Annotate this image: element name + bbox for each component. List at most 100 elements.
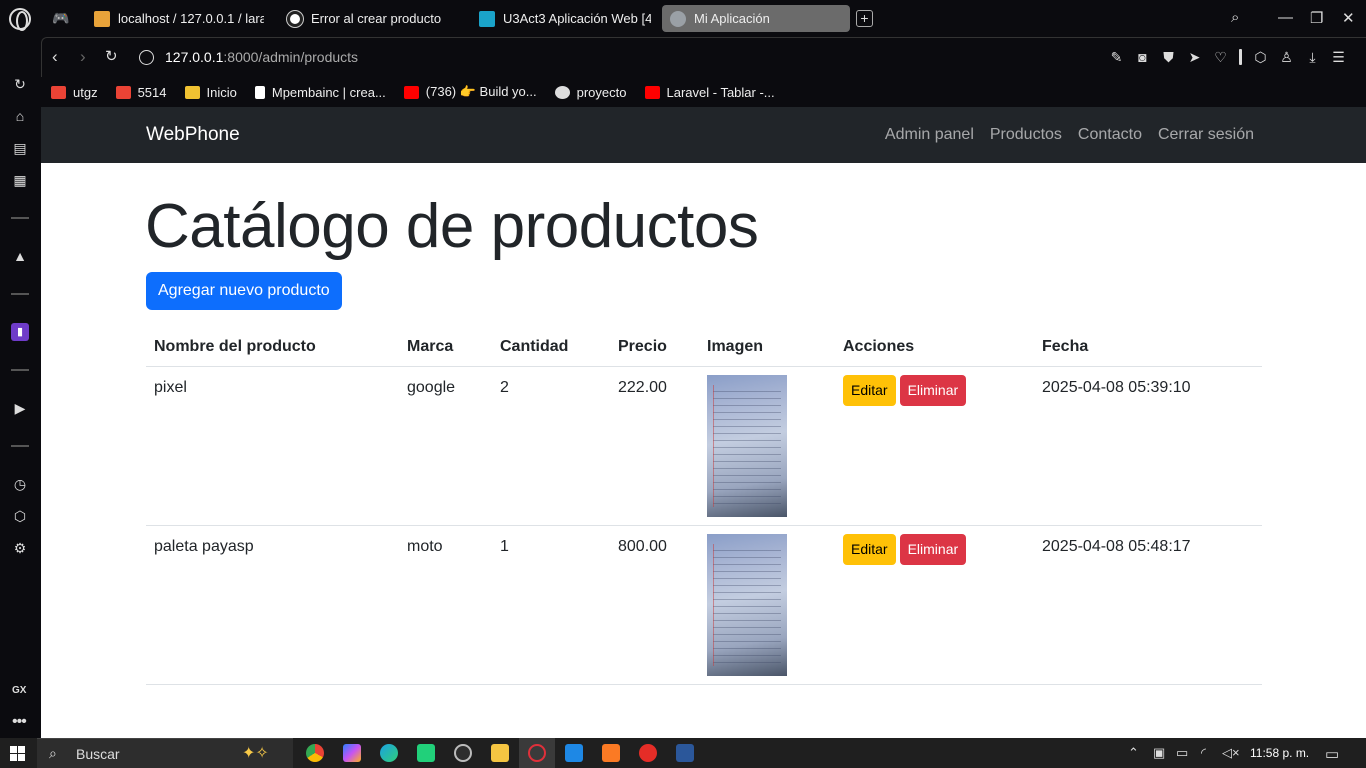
opera-gx-icon[interactable] [528,744,546,762]
navbar-brand[interactable]: WebPhone [146,124,240,146]
battery-icon[interactable]: ▭ [1176,745,1188,761]
vscode-icon[interactable] [565,744,583,762]
bookmark-proyecto[interactable]: proyecto [554,85,627,100]
cell-price: 222.00 [610,366,699,526]
cell-qty: 2 [492,366,610,526]
cell-date: 2025-04-08 05:48:17 [1034,525,1262,685]
tray-device-icon[interactable]: ▣ [1153,745,1165,761]
send-icon[interactable]: ➤ [1187,49,1202,66]
cell-date: 2025-04-08 05:39:10 [1034,366,1262,526]
aria-icon[interactable]: ▲ [11,247,29,265]
windows-start-icon[interactable] [10,746,25,761]
bookmark-utgz[interactable]: utgz [51,85,98,100]
history-icon[interactable]: ◷ [11,475,29,493]
nav-contacto[interactable]: Contacto [1078,126,1142,144]
copilot-icon[interactable] [343,744,361,762]
openai-icon [554,85,570,99]
download-icon[interactable]: ⤓ [1305,49,1320,66]
cell-actions: Editar Eliminar [835,366,1034,526]
cell-image [699,366,835,526]
bookmark-inicio[interactable]: Inicio [184,85,237,100]
cell-image [699,525,835,685]
nav-productos[interactable]: Productos [990,126,1062,144]
volume-muted-icon[interactable]: ◁× [1222,745,1240,761]
edit-button[interactable]: Editar [843,533,896,565]
nav-admin-panel[interactable]: Admin panel [885,126,974,144]
share-icon[interactable]: ✎ [1109,49,1124,66]
player-icon[interactable]: ▶ [11,399,29,417]
tab-classroom[interactable]: U3Act3 Aplicación Web [4 [471,5,651,32]
gamepad-icon[interactable]: 🎮 [52,10,69,27]
extensions-icon[interactable]: ⬡ [11,507,29,525]
wifi-icon[interactable]: ◜ [1201,745,1206,761]
header-nombre: Nombre del producto [146,329,399,367]
header-fecha: Fecha [1034,329,1262,367]
chrome-icon[interactable] [306,744,324,762]
edit-button[interactable]: Editar [843,374,896,406]
settings-gear-icon[interactable]: ⚙ [11,539,29,557]
bookmark-youtube[interactable]: (736) 👉 Build yo... [403,84,537,100]
delete-button[interactable]: Eliminar [899,533,967,565]
forward-arrow-icon[interactable]: › [80,48,86,66]
github-icon[interactable] [454,744,472,762]
bookmark-5514[interactable]: 5514 [115,85,167,100]
new-tab-button[interactable]: + [856,10,873,27]
tab-mi-aplicacion[interactable]: Mi Aplicación [662,5,850,32]
delete-button[interactable]: Eliminar [899,374,967,406]
menu-icon[interactable]: ☰ [1331,49,1346,66]
gx-cleaner-icon[interactable]: ▤ [11,139,29,157]
gx-label: GX [12,685,27,696]
products-table: Nombre del producto Marca Cantidad Preci… [146,329,1262,685]
cell-name: pixel [146,366,399,526]
tab-error[interactable]: Error al crear producto [279,5,459,32]
cell-brand: google [399,366,492,526]
site-info-icon[interactable] [139,50,154,65]
search-icon: ⌕ [49,745,57,761]
vpn-shield-icon[interactable]: ⛊ [1161,49,1176,66]
bookmark-mpembainc[interactable]: Mpembainc | crea... [254,85,386,100]
screen: 🎮 localhost / 127.0.0.1 / lara Error al … [0,0,1366,768]
close-icon[interactable]: ✕ [1342,9,1355,27]
cell-brand: moto [399,525,492,685]
minimize-icon[interactable]: — [1278,9,1293,26]
add-product-button[interactable]: Agregar nuevo producto [146,272,342,310]
heart-icon[interactable]: ♡ [1213,49,1228,66]
more-icon[interactable]: ••• [12,713,27,731]
nav-cerrar-sesion[interactable]: Cerrar sesión [1158,126,1254,144]
search-tabs-icon[interactable]: ⌕ [1231,9,1239,26]
tray-chevron-icon[interactable]: ⌃ [1128,745,1139,761]
memory-icon[interactable]: ▦ [11,171,29,189]
speed-dial-icon[interactable]: ↻ [11,75,29,93]
sidebar-divider [11,369,29,371]
url-field[interactable]: 127.0.0.1:8000/admin/products [165,49,358,65]
taskbar-clock[interactable]: 11:58 p. m. [1250,746,1309,760]
notifications-icon[interactable]: ▭ [1325,745,1339,763]
file-explorer-icon[interactable] [491,744,509,762]
bookmark-laravel[interactable]: Laravel - Tablar -... [644,85,775,100]
restore-icon[interactable]: ❐ [1310,9,1323,27]
opera-logo-icon[interactable] [9,8,31,31]
browser-sidebar: ↻ ⌂ ▤ ▦ ▲ ▮ ▶ ◷ ⬡ ⚙ GX ••• [0,37,41,738]
word-icon[interactable] [676,744,694,762]
gx-control-icon[interactable]: ⌂ [11,107,29,125]
cell-name: paleta payasp [146,525,399,685]
camera-icon[interactable]: ◙ [1135,49,1150,66]
reload-icon[interactable]: ↻ [105,48,118,66]
bookmark-label: utgz [73,84,98,100]
app-icon[interactable] [639,744,657,762]
twitch-icon[interactable]: ▮ [11,323,29,341]
cell-actions: Editar Eliminar [835,525,1034,685]
header-imagen: Imagen [699,329,835,367]
tab-phpmyadmin[interactable]: localhost / 127.0.0.1 / lara [86,5,264,32]
xampp-icon[interactable] [602,744,620,762]
back-arrow-icon[interactable]: ‹ [52,48,58,66]
cube-icon[interactable]: ⬡ [1253,49,1268,66]
tab-label: Error al crear producto [311,11,442,26]
taskbar-search[interactable]: ⌕ Buscar ✦✧ [37,738,293,768]
camtasia-icon[interactable] [417,744,435,762]
header-cantidad: Cantidad [492,329,610,367]
browser-tabstrip: 🎮 localhost / 127.0.0.1 / lara Error al … [0,0,1366,37]
profile-icon[interactable]: ♙ [1279,49,1294,66]
edge-icon[interactable] [380,744,398,762]
table-row: paleta payasp moto 1 800.00 Editar Elimin… [146,525,1262,685]
